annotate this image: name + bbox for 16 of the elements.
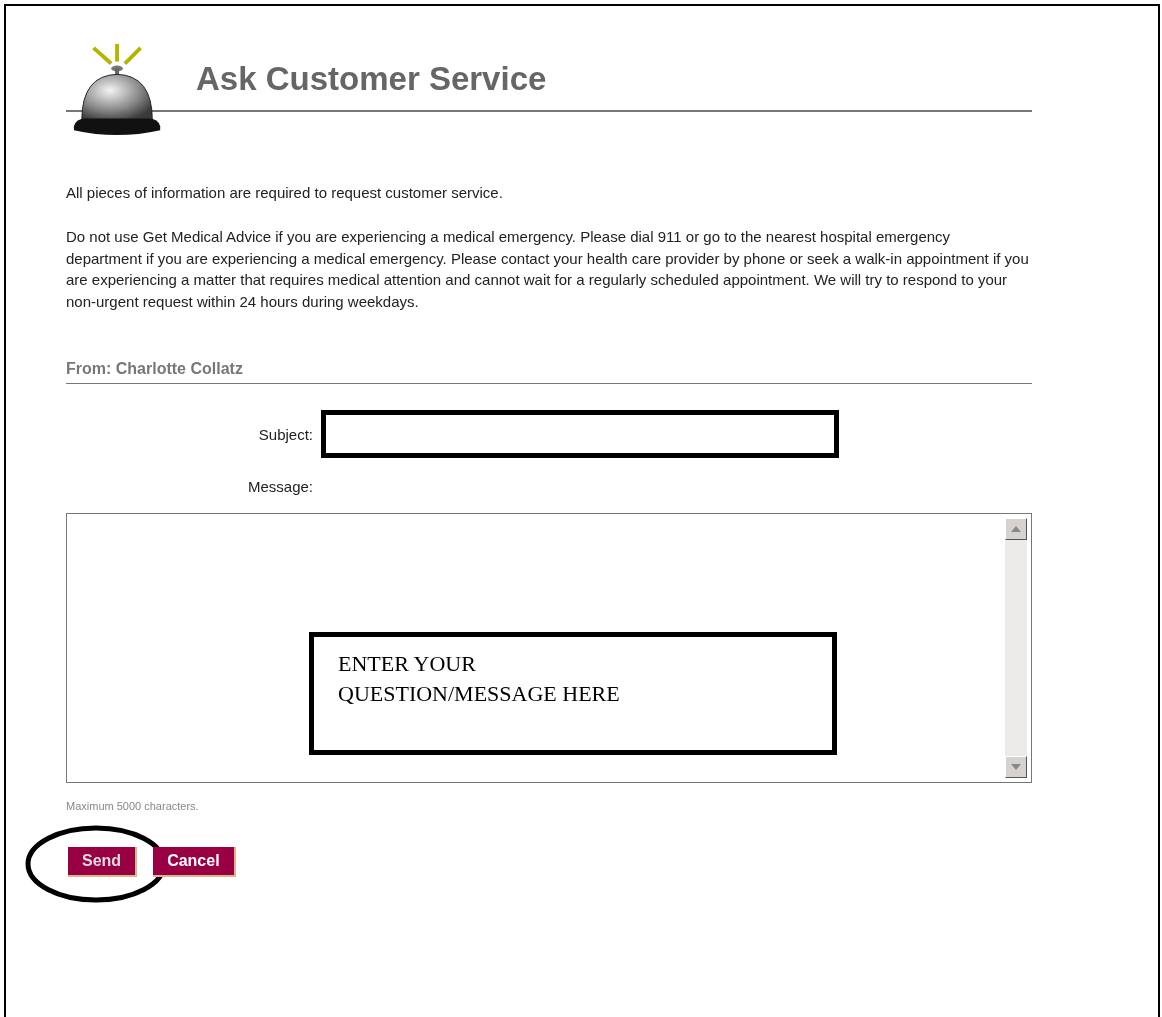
from-heading: From: Charlotte Collatz [66,360,1032,384]
intro-text: All pieces of information are required to request customer service. [66,184,504,201]
scrollbar[interactable] [1005,518,1027,778]
callout-text: QUESTION/MESSAGE HERE [338,680,621,708]
subject-label: Subject: [257,425,313,443]
callout-text: ENTER YOUR [338,650,477,678]
form-button[interactable]: Cancel [153,847,236,877]
notice-text: Do not use Get Medical Advice if you are experiencing a medical emergency. Please dial 911 or go to the nearest hospital emergency department if you are experiencing a medical emergency. Please contact your health care provider by phone or seek a walk-in appointment if you are experiencing a matter that requires medical attention and cannot wait for a regularly scheduled appointment. We will try to respond to your non-urgent request within 24 hours during weekdays. [66,227,1030,312]
form-button[interactable]: Send [68,847,138,877]
character-limit-note: Maximum 5000 characters. [66,800,200,812]
scroll-up-icon[interactable] [1005,518,1027,540]
message-label: Message: [246,478,313,495]
page-title: Ask Customer Service [196,59,547,98]
scroll-down-icon[interactable] [1005,756,1027,778]
subject-field[interactable] [321,410,839,458]
message-field[interactable]: ENTER YOUR QUESTION/MESSAGE HERE [66,513,1032,783]
